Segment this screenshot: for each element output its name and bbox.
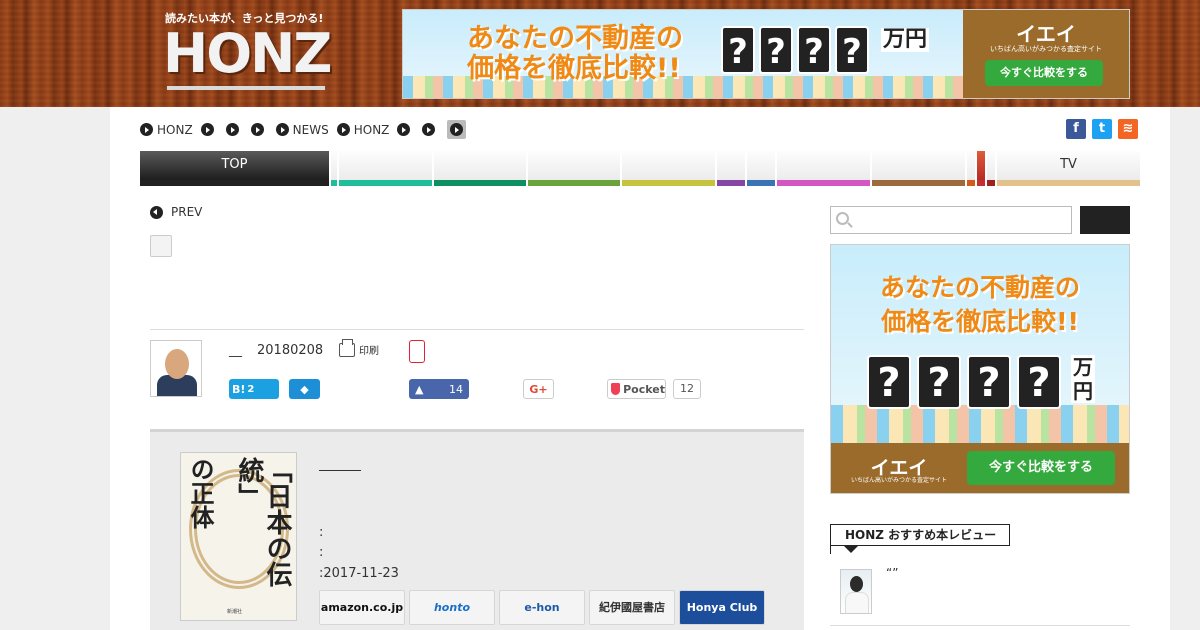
recommend-quote[interactable]: “” [886, 566, 898, 580]
arrow-circle-icon [275, 123, 289, 136]
search-icon [836, 212, 849, 225]
breadcrumb-item[interactable] [397, 123, 414, 136]
sidebar-banner-question-boxes: ???? [867, 355, 1067, 409]
cover-publisher: 新潮社 [227, 609, 243, 615]
book-publisher-line: : [319, 545, 324, 560]
sidebar-banner-headline: あなたの不動産の 価格を徹底比較!! [879, 273, 1080, 336]
nav-item[interactable] [987, 151, 995, 186]
honz-logo[interactable]: 読みたい本が、きっと見つかる! HONZ [163, 8, 333, 96]
kinokuniya-link[interactable]: 紀伊國屋書店 [589, 590, 675, 625]
nav-item[interactable] [967, 151, 975, 186]
top-ad-banner[interactable]: あなたの不動産の 価格を徹底比較!! ???? 万円 イエイ いちばん高いがみつ… [402, 9, 1130, 99]
arrow-left-circle-icon [150, 205, 163, 219]
arrow-circle-icon [422, 123, 436, 136]
breadcrumb-item[interactable] [225, 123, 243, 136]
author-avatar[interactable] [150, 340, 202, 397]
facebook-like-button[interactable]: ▲ 14 [409, 379, 469, 399]
breadcrumb: HONZ NEWS HONZ [140, 120, 474, 139]
divider [830, 625, 1130, 626]
breadcrumb-item[interactable] [250, 123, 268, 136]
reviewer-avatar[interactable] [840, 569, 872, 614]
bookmark-icon[interactable] [409, 340, 425, 363]
nav-item[interactable] [331, 151, 337, 186]
nav-item[interactable] [872, 151, 965, 186]
breadcrumb-item[interactable]: NEWS [275, 123, 329, 137]
nav-item[interactable] [339, 151, 432, 186]
nav-tv[interactable]: TV [997, 151, 1140, 186]
twitter-bird-icon: ◆ [300, 382, 309, 396]
sidebar-banner-cta-button[interactable]: 今すぐ比較をする [967, 451, 1115, 485]
nav-item[interactable] [977, 151, 985, 186]
divider [150, 329, 804, 330]
cover-subtitle: の正体 [186, 457, 215, 529]
nav-item[interactable] [717, 151, 745, 186]
pocket-count: 12 [673, 379, 701, 399]
facebook-icon[interactable]: f [1066, 119, 1086, 139]
thumbs-up-icon: ▲ [415, 382, 424, 396]
banner-brand: イエイ [1016, 22, 1076, 46]
logo-wordmark: HONZ [163, 22, 332, 85]
prev-thumbnail[interactable] [150, 235, 172, 257]
banner-headline: あなたの不動産の 価格を徹底比較!! [467, 23, 683, 84]
book-author-line: : [319, 525, 324, 540]
banner-unit: 万円 [881, 27, 930, 52]
book-title-underline[interactable] [319, 470, 361, 471]
prev-link[interactable]: PREV [150, 205, 202, 219]
breadcrumb-item[interactable] [200, 123, 218, 136]
breadcrumb-item[interactable] [422, 123, 439, 136]
social-links: f t ≋ [1066, 119, 1138, 139]
breadcrumb-current [447, 120, 467, 139]
amazon-link[interactable]: amazon.co.jp [319, 590, 405, 625]
arrow-circle-icon [336, 123, 350, 136]
arrow-circle-icon [397, 123, 411, 136]
author-name[interactable]: __ [229, 343, 242, 358]
book-cover[interactable]: 「日本の伝統」 の正体 新潮社 [180, 452, 297, 621]
nav-item[interactable] [434, 151, 526, 186]
bookstore-links: amazon.co.jp honto e-hon 紀伊國屋書店 Honya Cl… [319, 590, 765, 625]
arrow-circle-icon [200, 123, 214, 136]
arrow-circle-icon [450, 123, 464, 136]
banner-question-boxes: ???? [721, 26, 873, 74]
honyaclub-link[interactable]: Honya Club [679, 590, 765, 625]
pocket-button[interactable]: Pocket [607, 379, 666, 399]
breadcrumb-item[interactable]: HONZ [336, 123, 389, 137]
arrow-circle-icon [250, 123, 264, 136]
recommend-section-title: HONZ おすすめ本レビュー [830, 524, 1010, 553]
twitter-icon[interactable]: t [1092, 119, 1112, 139]
nav-item[interactable] [747, 151, 775, 186]
printer-icon [339, 338, 355, 357]
post-date: 20180208 [257, 343, 324, 358]
logo-underline [167, 86, 325, 90]
book-release-date: :2017-11-23 [319, 566, 399, 581]
banner-cta-button[interactable]: 今すぐ比較をする [985, 60, 1103, 86]
nav-item[interactable] [777, 151, 870, 186]
ehon-link[interactable]: e-hon [499, 590, 585, 625]
nav-item[interactable] [622, 151, 715, 186]
arrow-circle-icon [140, 123, 153, 136]
twitter-share-button[interactable]: ◆ [289, 379, 320, 399]
google-plus-button[interactable]: G+ [523, 379, 554, 399]
search-input[interactable] [830, 206, 1072, 234]
cover-title: 「日本の伝統」 [234, 457, 292, 587]
nav-item[interactable] [528, 151, 620, 186]
pocket-icon [611, 383, 621, 395]
arrow-circle-icon [225, 123, 239, 136]
honto-link[interactable]: honto [409, 590, 495, 625]
hatena-bookmark-button[interactable]: B! 2 [229, 379, 279, 399]
category-nav: TOP TV [140, 151, 1140, 186]
breadcrumb-item[interactable]: HONZ [140, 123, 193, 137]
rss-icon[interactable]: ≋ [1118, 119, 1138, 139]
search-button[interactable] [1080, 206, 1130, 234]
print-button[interactable]: 印刷 [339, 338, 379, 357]
sidebar-banner-unit: 万円 [1071, 355, 1095, 403]
nav-top[interactable]: TOP [140, 151, 329, 186]
sidebar-ad-banner[interactable]: あなたの不動産の 価格を徹底比較!! ???? 万円 イエイ いちばん高いがみつ… [830, 244, 1130, 494]
